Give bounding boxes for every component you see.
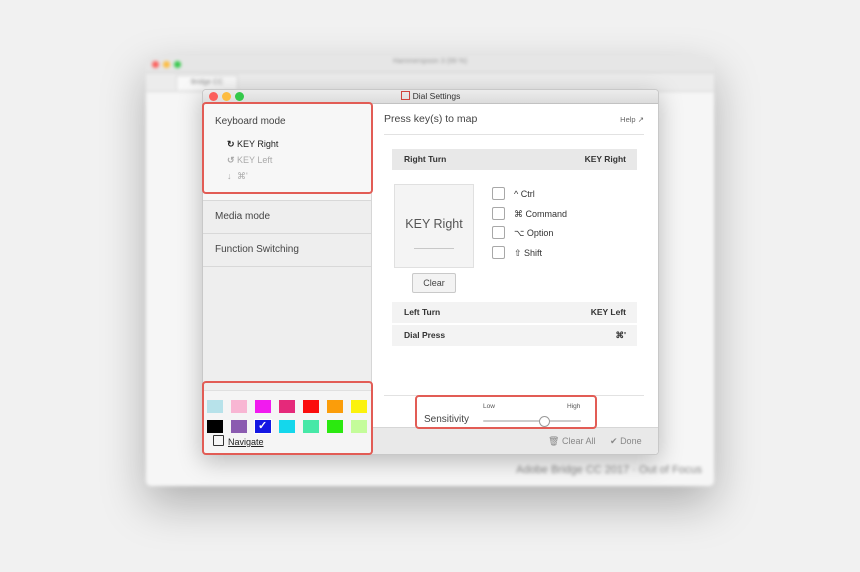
key-preview-box[interactable]: KEY Right [394, 184, 474, 268]
color-swatch[interactable] [231, 420, 247, 433]
sensitivity-low-label: Low [483, 403, 495, 410]
mapping-panel: Press key(s) to map Help ↗ Right Turn KE… [372, 104, 658, 454]
color-swatch[interactable] [351, 420, 367, 433]
external-link-icon: ↗ [637, 115, 644, 124]
option-label: ⌥ Option [514, 228, 554, 238]
footer-bar: 🗑 Clear All ✔ Done [372, 427, 658, 454]
color-swatch[interactable] [254, 419, 272, 434]
dial-press-row[interactable]: Dial Press ⌘' [392, 325, 637, 346]
keyboard-item-key-left[interactable]: ↺ KEY Left [227, 155, 272, 166]
background-tab: Bridge CC [176, 75, 238, 90]
ctrl-label: ^ Ctrl [514, 189, 535, 199]
sensitivity-divider [384, 395, 644, 396]
color-swatch[interactable] [279, 420, 295, 433]
media-mode-label: Media mode [215, 211, 271, 222]
key-preview-underline [414, 248, 454, 249]
sidebar: Keyboard mode ↻ KEY Right ↺ KEY Left ↓ ⌘' M… [203, 104, 372, 454]
sensitivity-slider-track[interactable] [483, 420, 581, 422]
window-title: Dial Settings [203, 90, 658, 103]
edit-icon [213, 435, 224, 446]
keyboard-item-label: KEY Right [237, 139, 279, 149]
trash-icon: 🗑 [548, 436, 560, 446]
done-button[interactable]: ✔ Done [610, 436, 642, 447]
right-turn-value: KEY Right [584, 154, 626, 164]
color-swatch[interactable] [327, 400, 343, 413]
background-bottom-bar: Adobe Bridge CC 2017 · Out of Focus [146, 456, 714, 486]
keyboard-item-label: KEY Left [237, 155, 273, 165]
function-switching-label: Function Switching [215, 244, 299, 255]
sensitivity-high-label: High [567, 403, 581, 410]
left-turn-value: KEY Left [590, 307, 626, 317]
left-turn-label: Left Turn [404, 307, 441, 317]
color-swatch[interactable] [207, 420, 223, 433]
keyboard-mode-section[interactable]: Keyboard mode ↻ KEY Right ↺ KEY Left ↓ ⌘' [203, 104, 371, 201]
keyboard-item-label: ⌘' [237, 171, 248, 181]
function-switching-item[interactable]: Function Switching [203, 233, 371, 267]
color-swatch[interactable] [327, 420, 343, 433]
rotate-cw-icon: ↻ [227, 139, 235, 149]
right-turn-row[interactable]: Right Turn KEY Right [392, 149, 637, 170]
sensitivity-slider-knob[interactable] [538, 416, 550, 427]
checkmark-icon: ✔ [610, 436, 618, 446]
color-swatch[interactable] [351, 400, 367, 413]
arrow-down-icon: ↓ [227, 171, 232, 181]
dial-press-label: Dial Press [404, 330, 446, 340]
left-turn-row[interactable]: Left Turn KEY Left [392, 302, 637, 323]
checkbox-box[interactable] [492, 207, 505, 220]
right-turn-label: Right Turn [404, 154, 447, 164]
color-swatch[interactable] [303, 420, 319, 433]
keyboard-item-dial-press[interactable]: ↓ ⌘' [227, 171, 248, 182]
sensitivity-label: Sensitivity [424, 414, 470, 425]
color-swatch[interactable] [207, 400, 223, 413]
dial-settings-window: Dial Settings Keyboard mode ↻ KEY Right ↺… [202, 89, 659, 455]
clear-button[interactable]: Clear [412, 273, 456, 293]
dial-press-value: ⌘' [615, 330, 626, 340]
color-swatch[interactable] [303, 400, 319, 413]
keyboard-mode-label: Keyboard mode [215, 116, 286, 127]
window-title-text: Dial Settings [412, 91, 461, 101]
press-keys-header: Press key(s) to map [384, 113, 478, 125]
background-status-text: Adobe Bridge CC 2017 · Out of Focus [516, 464, 702, 476]
help-label: Help [620, 115, 636, 124]
checkbox-box[interactable] [492, 246, 505, 259]
dial-icon [400, 91, 410, 100]
shift-label: ⇧ Shift [514, 248, 543, 258]
background-window-title: Hammerspoon 3 (99 %) [392, 58, 468, 65]
checkbox-box[interactable] [492, 226, 505, 239]
help-link[interactable]: Help ↗ [620, 115, 644, 124]
navigate-label: Navigate [228, 437, 264, 447]
key-preview-text: KEY Right [405, 217, 463, 231]
color-swatch[interactable] [255, 400, 271, 413]
color-swatch[interactable] [231, 400, 247, 413]
command-label: ⌘ Command [514, 209, 568, 219]
clear-all-label: Clear All [561, 436, 596, 446]
titlebar: Dial Settings [203, 90, 658, 104]
rotate-ccw-icon: ↺ [227, 155, 235, 165]
header-divider [384, 134, 644, 135]
keyboard-item-key-right[interactable]: ↻ KEY Right [227, 139, 278, 150]
background-titlebar: Hammerspoon 3 (99 %) [146, 56, 714, 73]
checkbox-box[interactable] [492, 187, 505, 200]
clear-all-button[interactable]: 🗑 Clear All [548, 436, 595, 447]
done-label: Done [620, 436, 642, 446]
media-mode-item[interactable]: Media mode [203, 200, 371, 234]
navigate-row[interactable]: Navigate [213, 435, 264, 447]
color-swatch[interactable] [279, 400, 295, 413]
